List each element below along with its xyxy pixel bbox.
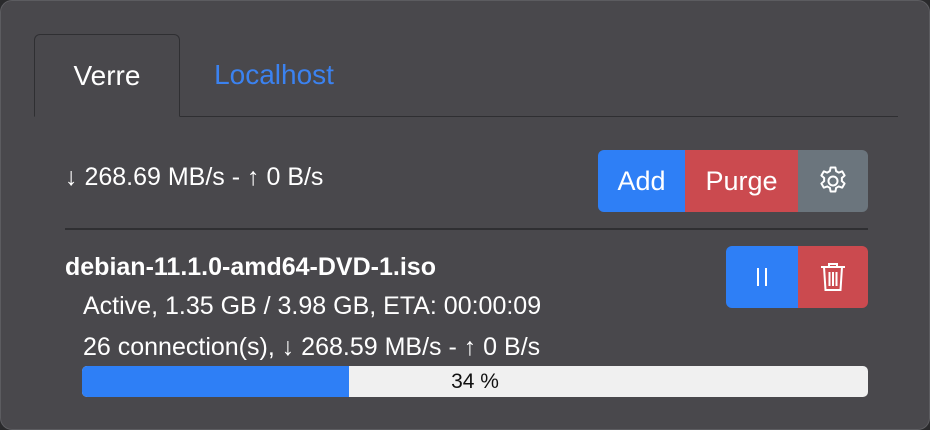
download-progress-bar: 34 % (82, 366, 868, 397)
pause-icon (752, 266, 772, 288)
tab-bar: Verre Localhost (34, 34, 898, 117)
add-button[interactable]: Add (598, 150, 685, 212)
tab-verre[interactable]: Verre (34, 34, 180, 117)
progress-label: 34 % (451, 370, 499, 393)
app-window: Verre Localhost ↓ 268.69 MB/s - ↑ 0 B/s … (0, 0, 930, 430)
tab-localhost[interactable]: Localhost (194, 34, 354, 116)
pause-button[interactable] (726, 246, 798, 308)
purge-button[interactable]: Purge (685, 150, 798, 212)
trash-icon (819, 261, 847, 293)
gear-icon (816, 164, 850, 198)
global-speed-summary: ↓ 268.69 MB/s - ↑ 0 B/s (65, 163, 324, 191)
settings-button[interactable] (798, 150, 868, 212)
section-divider (65, 228, 868, 230)
delete-button[interactable] (798, 246, 868, 308)
download-actions (726, 246, 868, 308)
toolbar-button-group: Add Purge (598, 150, 868, 212)
download-status: Active, 1.35 GB / 3.98 GB, ETA: 00:00:09 (83, 292, 542, 320)
download-connections: 26 connection(s), ↓ 268.59 MB/s - ↑ 0 B/… (83, 333, 541, 361)
download-filename: debian-11.1.0-amd64-DVD-1.iso (65, 253, 436, 281)
